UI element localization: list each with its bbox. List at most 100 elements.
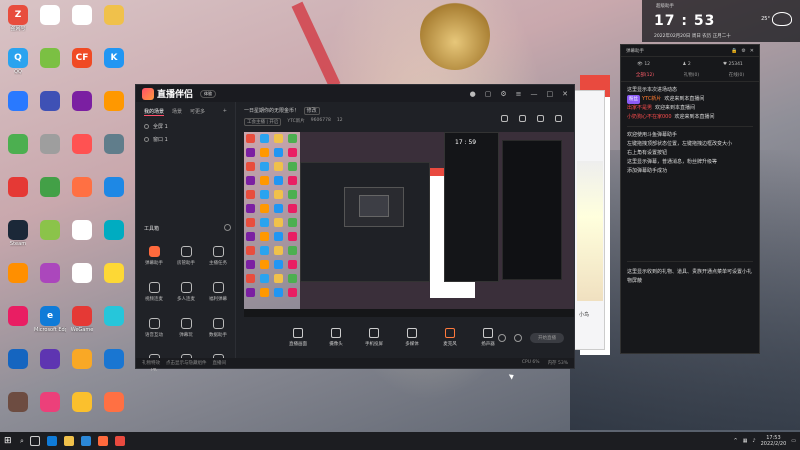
desktop-icon[interactable] (66, 346, 98, 389)
desktop-icon[interactable] (98, 174, 130, 217)
tray-clock[interactable]: 17:53 2022/2/20 (761, 435, 787, 447)
app-titlebar[interactable]: 直播伴侣 体验 ● ▢ ⚙ ≡ — □ ✕ (136, 85, 574, 102)
avatar-icon[interactable]: ● (470, 90, 476, 98)
toolbox-item[interactable]: 房管助手 (170, 242, 202, 278)
source-control[interactable]: 扬声器 (476, 328, 500, 347)
desktop-icon[interactable] (98, 217, 130, 260)
tab-more[interactable]: 可更多 (190, 108, 205, 116)
desktop-icon[interactable] (98, 131, 130, 174)
toolbox-item[interactable]: 多人连麦 (170, 278, 202, 314)
clock-widget[interactable]: 超级助手 17 : 53 25° 2022年02月20日 周日 农历 正月二十 (642, 0, 800, 42)
toolbox-item[interactable]: 主播任务 (202, 242, 234, 278)
desktop-icon[interactable] (34, 260, 66, 303)
toolbox-item[interactable]: 弹幕助手 (138, 242, 170, 278)
desktop-icon[interactable] (98, 2, 130, 45)
desktop-icon[interactable] (66, 131, 98, 174)
tab-scenes[interactable]: 场景 (172, 108, 182, 116)
desktop-icon[interactable] (2, 303, 34, 346)
desktop-icon[interactable] (2, 131, 34, 174)
desktop-icon[interactable] (34, 217, 66, 260)
menu-icon[interactable]: ≡ (516, 90, 522, 98)
source-control[interactable]: 手机投屏 (362, 328, 386, 347)
maximize-icon[interactable]: □ (547, 90, 554, 98)
desktop-icon[interactable]: eMicrosoft Edge (34, 303, 66, 346)
desktop-icon[interactable] (66, 389, 98, 432)
toolbox-item[interactable]: 语音互动 (138, 314, 170, 350)
close-icon[interactable]: ✕ (562, 90, 568, 98)
settings-icon[interactable] (498, 334, 506, 342)
status-gift-effect[interactable]: 礼物特效 (142, 360, 160, 366)
danmaku-assistant-panel[interactable]: 弹幕助手 🔒 ⚙ ✕ 👁 12 ♟ 2 ♥ 25341 全部(12) 礼物(0)… (620, 44, 760, 354)
record-icon[interactable] (537, 115, 544, 122)
toolbox-item[interactable]: 数据助手 (202, 314, 234, 350)
desktop-icon[interactable] (2, 88, 34, 131)
message-icon[interactable]: ▢ (485, 90, 492, 98)
source-control[interactable]: 摄像头 (324, 328, 348, 347)
room-title[interactable]: 一日星期你的无限金币！ (244, 108, 299, 114)
store-icon[interactable] (80, 436, 91, 446)
status-room[interactable]: 直播间 (213, 360, 227, 366)
desktop-icon[interactable]: CF (66, 45, 98, 88)
record-icon[interactable] (514, 334, 522, 342)
douyu-icon[interactable] (114, 436, 125, 446)
desktop-icon[interactable] (34, 346, 66, 389)
desktop-icon[interactable] (98, 303, 130, 346)
toolbox-item[interactable] (170, 350, 202, 386)
tab-my-scenes[interactable]: 我的场景 (144, 108, 165, 116)
settings-icon[interactable]: ⚙ (500, 90, 506, 98)
add-scene-icon[interactable]: + (223, 108, 227, 116)
tab-all[interactable]: 全部(12) (636, 72, 654, 78)
edit-title-button[interactable]: 修改 (303, 107, 320, 115)
guild-status[interactable]: 工会主播 | 开启 (244, 118, 282, 126)
desktop-icon[interactable] (98, 260, 130, 303)
desktop-icon[interactable] (34, 45, 66, 88)
desktop-icon[interactable]: Steam (2, 217, 34, 260)
desktop-icon[interactable] (34, 131, 66, 174)
lock-icon[interactable] (501, 115, 508, 122)
desktop-icon[interactable] (34, 389, 66, 432)
desktop-icon[interactable] (98, 88, 130, 131)
desktop-icon[interactable] (2, 389, 34, 432)
tray-up-icon[interactable]: ^ (733, 438, 737, 444)
desktop-icon[interactable] (34, 88, 66, 131)
status-toggle-components[interactable]: 点击显示与隐藏组件 (166, 360, 207, 366)
desktop-icon[interactable] (66, 217, 98, 260)
settings-icon[interactable]: ⚙ (741, 48, 745, 54)
toolbox-item[interactable]: PK (138, 350, 170, 386)
windows-start-icon[interactable]: ⊞ (4, 436, 20, 446)
tab-online[interactable]: 在线(0) (729, 72, 744, 78)
scene-item-window[interactable]: 窗口 1 (136, 133, 235, 146)
desktop-icon[interactable] (2, 174, 34, 217)
minimize-icon[interactable]: — (531, 90, 538, 98)
desktop-icon[interactable]: K (98, 45, 130, 88)
source-control[interactable]: 麦克风 (438, 328, 462, 347)
desktop-icon[interactable] (66, 260, 98, 303)
close-icon[interactable]: ✕ (750, 48, 754, 54)
volume-icon[interactable]: ♪ (752, 438, 755, 444)
desktop-icon[interactable] (2, 346, 34, 389)
entry-username[interactable]: YTC新片 (642, 96, 661, 102)
camera-icon[interactable] (555, 115, 562, 122)
source-control[interactable]: 直播画面 (286, 328, 310, 347)
notification-icon[interactable]: ▭ (791, 438, 796, 444)
desktop-icon[interactable]: Q QQ (2, 45, 34, 88)
desktop-icon[interactable] (66, 2, 98, 45)
visibility-icon[interactable] (144, 137, 149, 142)
streaming-app-icon[interactable] (97, 436, 108, 446)
panel-header[interactable]: 弹幕助手 🔒 ⚙ ✕ (621, 45, 759, 57)
desktop-icon[interactable] (34, 2, 66, 45)
search-icon[interactable]: ⌕ (20, 437, 24, 446)
stream-preview[interactable]: 17 : 59 (244, 132, 574, 317)
toolbox-settings-icon[interactable] (224, 224, 231, 231)
lock-icon[interactable]: 🔒 (731, 48, 737, 54)
desktop-icon[interactable] (66, 174, 98, 217)
share-icon[interactable] (519, 115, 526, 122)
source-control[interactable]: 多媒体 (400, 328, 424, 347)
edge-icon[interactable] (46, 436, 57, 446)
visibility-icon[interactable] (144, 124, 149, 129)
toolbox-item[interactable] (202, 350, 234, 386)
taskview-icon[interactable] (29, 436, 40, 446)
desktop-icon[interactable] (34, 174, 66, 217)
toolbox-item[interactable]: 视频连麦 (138, 278, 170, 314)
tab-gifts[interactable]: 礼物(0) (684, 72, 699, 78)
